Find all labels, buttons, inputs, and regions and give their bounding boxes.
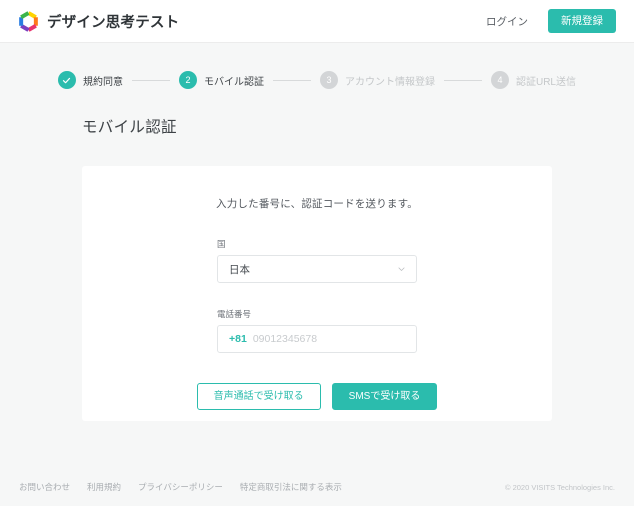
- stepper-step-2[interactable]: 2 モバイル認証: [178, 71, 264, 89]
- registration-stepper: 規約同意 2 モバイル認証 3 アカウント情報登録 4 認証URL送信: [0, 43, 634, 89]
- brand-name: デザイン思考テスト: [47, 14, 180, 31]
- footer-link-privacy[interactable]: プライバシーポリシー: [138, 481, 223, 493]
- footer-link-contact[interactable]: お問い合わせ: [19, 481, 70, 493]
- hexagon-ring-logo-icon: [18, 10, 39, 32]
- step-2-circle: 2: [178, 71, 197, 89]
- signup-button[interactable]: 新規登録: [548, 8, 616, 34]
- phone-country-code: +81: [229, 333, 247, 345]
- phone-field-group: 電話番号 +81: [217, 308, 417, 353]
- phone-field-label: 電話番号: [217, 309, 252, 319]
- sms-button[interactable]: SMSで受け取る: [331, 383, 438, 410]
- voice-call-button[interactable]: 音声通話で受け取る: [196, 383, 321, 410]
- footer-link-terms[interactable]: 利用規約: [87, 481, 121, 493]
- login-link[interactable]: ログイン: [486, 14, 528, 29]
- stepper-connector-2: [272, 79, 311, 81]
- country-field-group: 国 日本: [217, 238, 417, 283]
- step-3-circle: 3: [319, 71, 338, 89]
- stepper-step-1[interactable]: 規約同意: [57, 71, 123, 89]
- brand[interactable]: デザイン思考テスト: [18, 10, 180, 32]
- page-footer: お問い合わせ 利用規約 プライバシーポリシー 特定商取引法に関する表示 © 20…: [0, 468, 634, 506]
- app-header: デザイン思考テスト ログイン 新規登録: [0, 0, 634, 43]
- country-select[interactable]: 日本: [217, 255, 417, 283]
- step-1-circle-check-icon: [57, 71, 76, 89]
- stepper-connector-1: [131, 79, 170, 81]
- mobile-verification-card: 入力した番号に、認証コードを送ります。 国 日本 電話番号 +81 音声通話で受…: [82, 166, 552, 421]
- header-actions: ログイン 新規登録: [486, 8, 616, 34]
- phone-input-wrapper[interactable]: +81: [217, 325, 417, 353]
- stepper-step-3[interactable]: 3 アカウント情報登録: [319, 71, 435, 89]
- step-2-label: モバイル認証: [203, 76, 264, 88]
- footer-links: お問い合わせ 利用規約 プライバシーポリシー 特定商取引法に関する表示: [19, 481, 342, 493]
- country-field-label: 国: [217, 239, 226, 249]
- page-title: モバイル認証: [82, 119, 177, 136]
- stepper-step-4[interactable]: 4 認証URL送信: [490, 71, 576, 89]
- copyright-text: © 2020 VISITS Technologies Inc.: [504, 482, 615, 492]
- step-3-label: アカウント情報登録: [344, 76, 435, 88]
- card-intro-text: 入力した番号に、認証コードを送ります。: [216, 198, 418, 210]
- footer-link-commercial-transactions[interactable]: 特定商取引法に関する表示: [240, 481, 342, 493]
- phone-number-input[interactable]: [252, 333, 405, 345]
- step-4-circle: 4: [490, 71, 509, 89]
- country-select-value: 日本: [229, 263, 250, 276]
- card-actions: 音声通話で受け取る SMSで受け取る: [82, 383, 552, 410]
- step-4-label: 認証URL送信: [515, 76, 576, 88]
- step-1-label: 規約同意: [82, 76, 123, 88]
- stepper-connector-3: [443, 79, 482, 81]
